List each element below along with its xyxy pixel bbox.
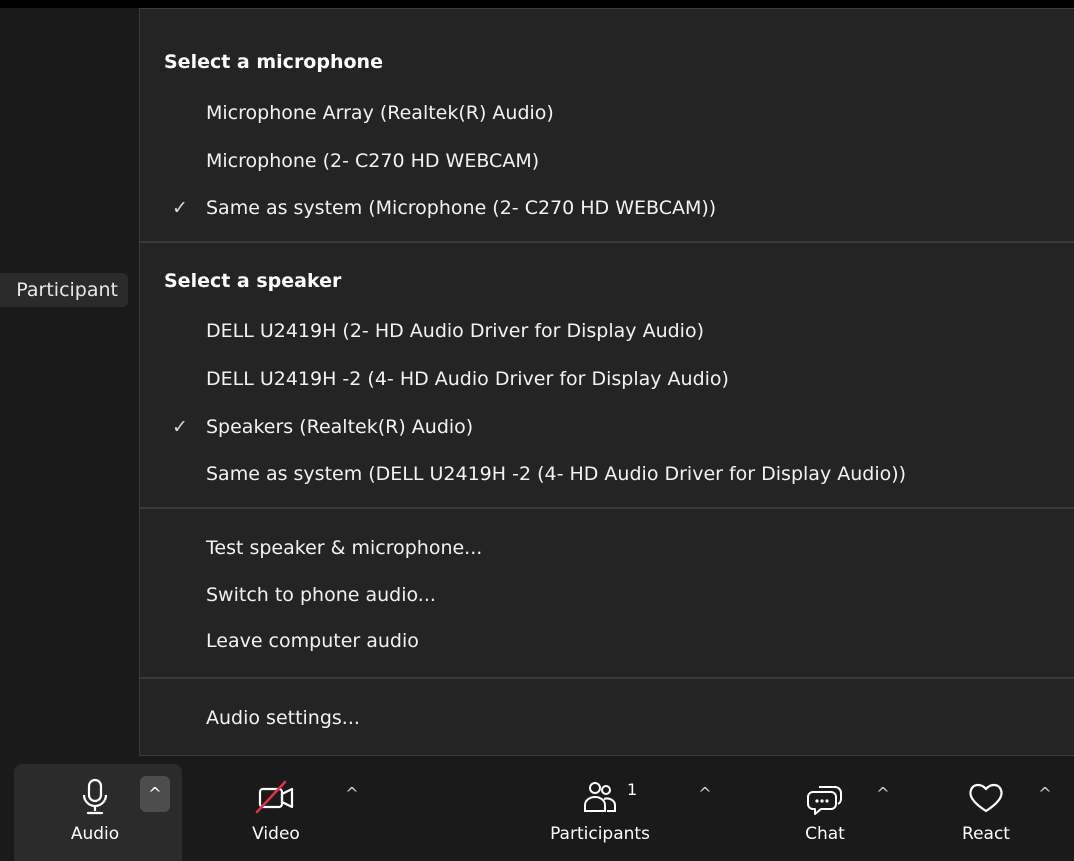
- check-icon: ✓: [172, 197, 188, 219]
- speaker-option-realtek[interactable]: ✓ Speakers (Realtek(R) Audio): [140, 408, 1074, 448]
- speaker-option-label: DELL U2419H -2 (4- HD Audio Driver for D…: [206, 368, 729, 390]
- microphone-option-array[interactable]: Microphone Array (Realtek(R) Audio): [140, 94, 1074, 134]
- menu-item-label: Test speaker & microphone...: [206, 537, 483, 559]
- speaker-option-dell-2[interactable]: DELL U2419H (2- HD Audio Driver for Disp…: [140, 312, 1074, 352]
- switch-to-phone-audio-item[interactable]: Switch to phone audio...: [140, 576, 1074, 616]
- menu-item-label: Leave computer audio: [206, 630, 419, 652]
- participants-icon: [584, 782, 616, 812]
- speaker-option-label: DELL U2419H (2- HD Audio Driver for Disp…: [206, 320, 704, 342]
- chat-button[interactable]: Chat: [790, 778, 860, 844]
- menu-item-label: Switch to phone audio...: [206, 584, 436, 606]
- microphone-option-label: Microphone Array (Realtek(R) Audio): [206, 102, 554, 124]
- react-label: React: [962, 824, 1010, 844]
- chat-icon: [807, 786, 842, 815]
- video-label: Video: [252, 824, 300, 844]
- check-icon: ✓: [172, 416, 188, 438]
- chat-label: Chat: [805, 824, 845, 844]
- participants-options-caret[interactable]: ^: [690, 776, 720, 812]
- test-speaker-microphone-item[interactable]: Test speaker & microphone...: [140, 529, 1074, 569]
- video-off-icon: [255, 780, 294, 814]
- microphone-icon: [82, 778, 108, 815]
- video-button[interactable]: Video: [236, 778, 316, 844]
- chat-options-caret[interactable]: ^: [868, 776, 898, 812]
- speaker-heading: Select a speaker: [164, 270, 342, 292]
- video-options-caret[interactable]: ^: [337, 776, 367, 812]
- audio-options-menu: Select a microphone Microphone Array (Re…: [139, 8, 1074, 756]
- speaker-option-same-as-system[interactable]: Same as system (DELL U2419H -2 (4- HD Au…: [140, 455, 1074, 495]
- participant-name-tile: Participant: [0, 273, 128, 307]
- speaker-option-label: Speakers (Realtek(R) Audio): [206, 416, 474, 438]
- audio-settings-item[interactable]: Audio settings...: [140, 699, 1074, 739]
- react-button[interactable]: React: [950, 778, 1022, 844]
- participants-label: Participants: [550, 824, 650, 844]
- heart-icon: [969, 783, 1003, 813]
- microphone-option-same-as-system[interactable]: ✓ Same as system (Microphone (2- C270 HD…: [140, 189, 1074, 229]
- microphone-option-webcam[interactable]: Microphone (2- C270 HD WEBCAM): [140, 142, 1074, 182]
- menu-divider: [140, 241, 1074, 243]
- menu-divider: [140, 677, 1074, 679]
- menu-item-label: Audio settings...: [206, 707, 360, 729]
- microphone-option-label: Microphone (2- C270 HD WEBCAM): [206, 150, 540, 172]
- react-options-caret[interactable]: ^: [1030, 776, 1060, 812]
- meeting-window: Participant Select a microphone Micropho…: [0, 0, 1074, 861]
- audio-button[interactable]: Audio: [60, 778, 130, 844]
- meeting-toolbar: Audio ^ Video ^ Participants 1 ^ Chat ^ …: [0, 756, 1074, 861]
- audio-label: Audio: [70, 824, 120, 844]
- speaker-option-dell-4[interactable]: DELL U2419H -2 (4- HD Audio Driver for D…: [140, 360, 1074, 400]
- participant-name: Participant: [16, 279, 118, 301]
- menu-divider: [140, 507, 1074, 509]
- audio-options-caret[interactable]: ^: [140, 776, 170, 812]
- leave-computer-audio-item[interactable]: Leave computer audio: [140, 622, 1074, 662]
- microphone-option-label: Same as system (Microphone (2- C270 HD W…: [206, 197, 717, 219]
- participants-count: 1: [627, 780, 638, 799]
- top-strip: [0, 0, 1074, 8]
- participants-button[interactable]: Participants: [530, 778, 670, 844]
- speaker-option-label: Same as system (DELL U2419H -2 (4- HD Au…: [206, 463, 907, 485]
- microphone-heading: Select a microphone: [164, 51, 383, 73]
